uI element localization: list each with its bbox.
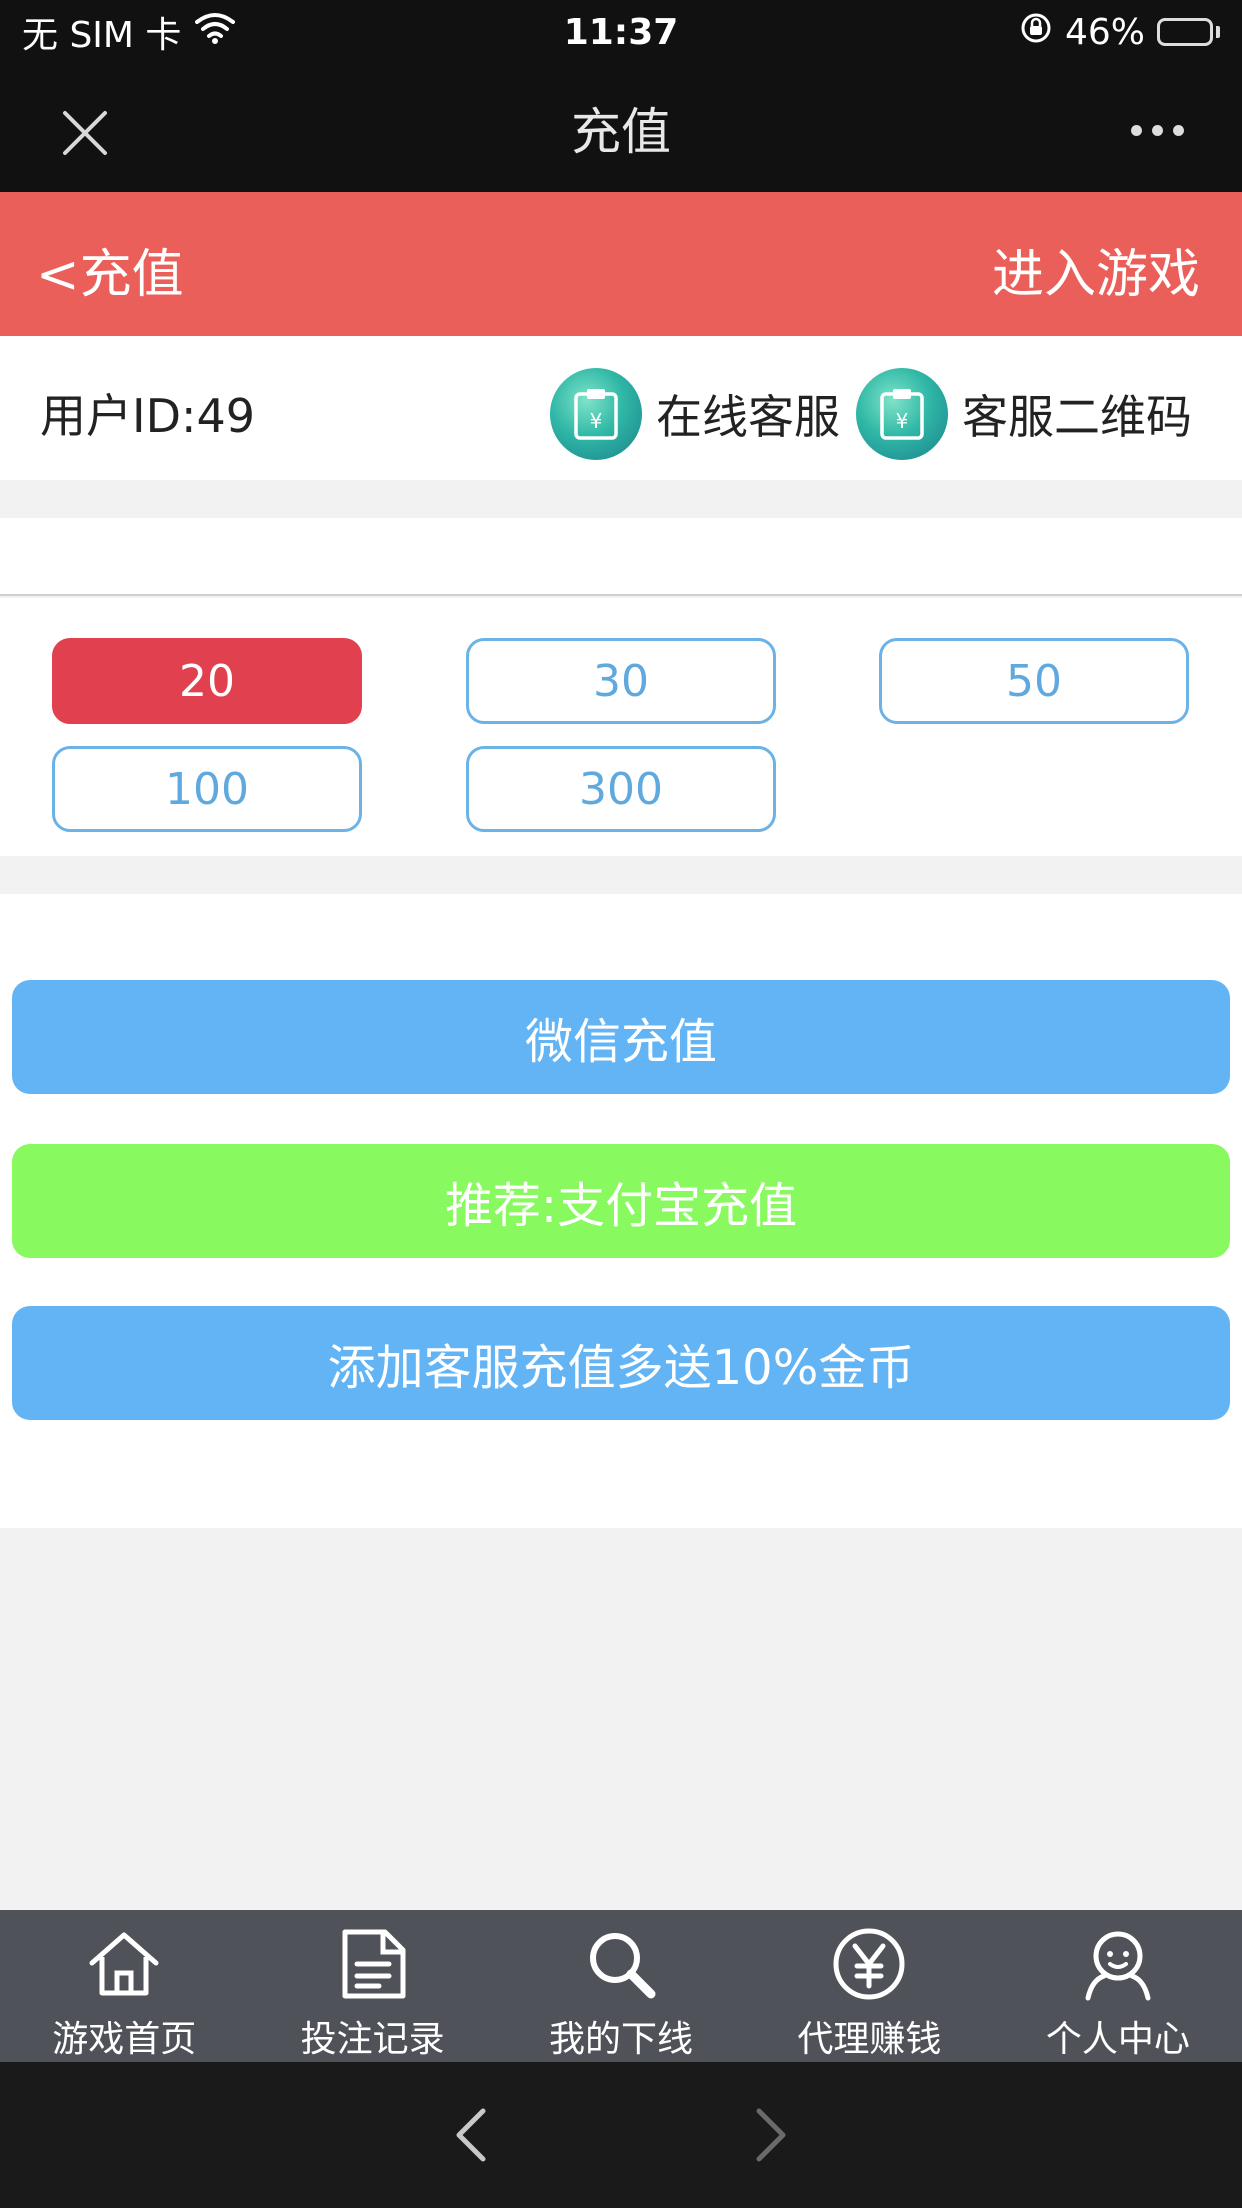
online-service-button[interactable]: ¥ 在线客服 bbox=[550, 368, 840, 460]
clipboard-yen-icon: ¥ bbox=[856, 368, 948, 460]
amount-panel: 20 30 50 100 300 bbox=[0, 598, 1242, 856]
online-service-label: 在线客服 bbox=[656, 390, 840, 444]
tab-personal-center[interactable]: 个人中心 bbox=[994, 1910, 1242, 2062]
more-button[interactable] bbox=[1122, 110, 1192, 150]
amount-option[interactable]: 100 bbox=[52, 746, 362, 832]
user-info-row: 用户ID:49 ¥ 在线客服 ¥ 客服二维码 bbox=[0, 336, 1242, 480]
tab-label: 代理赚钱 bbox=[797, 2019, 942, 2060]
service-qr-label: 客服二维码 bbox=[962, 390, 1192, 444]
tab-label: 投注记录 bbox=[300, 2019, 445, 2060]
status-bar: 无 SIM 卡 11:37 46% bbox=[0, 0, 1242, 64]
document-icon bbox=[331, 1922, 415, 2006]
status-right: 46% bbox=[1019, 11, 1220, 54]
back-link[interactable]: <充值 bbox=[36, 232, 184, 307]
orientation-lock-icon bbox=[1019, 11, 1053, 54]
page-title: 充值 bbox=[571, 103, 671, 161]
user-icon bbox=[1076, 1922, 1160, 2006]
nav-bar: 充值 bbox=[0, 64, 1242, 192]
amount-option[interactable]: 50 bbox=[879, 638, 1189, 724]
bottom-tab-bar: 游戏首页 投注记录 我的下线 代理赚钱 个人中心 bbox=[0, 1910, 1242, 2062]
browser-toolbar bbox=[0, 2062, 1242, 2208]
browser-back-button[interactable] bbox=[440, 2102, 500, 2168]
chevron-left-icon bbox=[456, 2108, 486, 2162]
battery-percent: 46% bbox=[1064, 11, 1145, 53]
payment-panel: 微信充值 推荐:支付宝充值 添加客服充值多送10%金币 bbox=[0, 894, 1242, 1528]
tab-bet-records[interactable]: 投注记录 bbox=[248, 1910, 496, 2062]
service-qr-button[interactable]: ¥ 客服二维码 bbox=[856, 368, 1192, 460]
more-icon bbox=[1130, 124, 1142, 136]
tab-game-home[interactable]: 游戏首页 bbox=[0, 1910, 248, 2062]
amount-option[interactable]: 20 bbox=[52, 638, 362, 724]
service-bonus-button[interactable]: 添加客服充值多送10%金币 bbox=[12, 1306, 1230, 1420]
tab-my-downline[interactable]: 我的下线 bbox=[497, 1910, 745, 2062]
recharge-header: <充值 进入游戏 bbox=[0, 192, 1242, 336]
tab-agent-earn[interactable]: 代理赚钱 bbox=[745, 1910, 993, 2062]
chevron-right-icon bbox=[756, 2108, 786, 2162]
spacer-band bbox=[0, 518, 1242, 596]
svg-text:¥: ¥ bbox=[590, 409, 603, 433]
tab-label: 个人中心 bbox=[1045, 2019, 1190, 2060]
amount-option[interactable]: 30 bbox=[466, 638, 776, 724]
search-icon bbox=[579, 1922, 663, 2006]
browser-forward-button[interactable] bbox=[742, 2102, 802, 2168]
tab-label: 我的下线 bbox=[549, 2019, 694, 2060]
wechat-pay-button[interactable]: 微信充值 bbox=[12, 980, 1230, 1094]
yen-icon bbox=[827, 1922, 911, 2006]
carrier-label: 无 SIM 卡 bbox=[22, 15, 182, 56]
alipay-button[interactable]: 推荐:支付宝充值 bbox=[12, 1144, 1230, 1258]
user-id: 用户ID:49 bbox=[40, 389, 256, 443]
tab-label: 游戏首页 bbox=[52, 2019, 197, 2060]
clipboard-yen-icon: ¥ bbox=[550, 368, 642, 460]
status-left: 无 SIM 卡 bbox=[22, 6, 236, 58]
battery-icon bbox=[1157, 18, 1220, 46]
home-icon bbox=[82, 1922, 166, 2006]
wifi-icon bbox=[195, 12, 236, 53]
svg-text:¥: ¥ bbox=[896, 409, 909, 433]
amount-option[interactable]: 300 bbox=[466, 746, 776, 832]
enter-game-link[interactable]: 进入游戏 bbox=[992, 232, 1200, 307]
